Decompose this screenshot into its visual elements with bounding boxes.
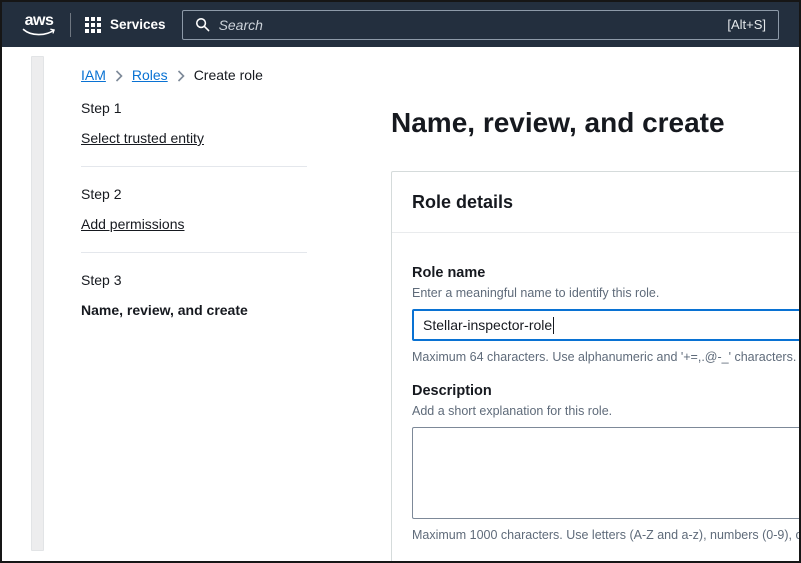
role-name-value: Stellar-inspector-role	[423, 317, 552, 333]
topbar-divider	[70, 13, 71, 37]
breadcrumb-current-create-role: Create role	[194, 67, 263, 83]
description-description: Add a short explanation for this role.	[412, 403, 799, 419]
card-title: Role details	[412, 190, 799, 214]
breadcrumb-separator-icon	[177, 70, 185, 82]
step-link-add-permissions[interactable]: Add permissions	[81, 215, 185, 233]
role-details-card-header: Role details	[392, 172, 799, 233]
text-caret	[553, 317, 554, 334]
description-constraint: Maximum 1000 characters. Use letters (A-…	[412, 527, 799, 543]
wizard-step-3-current: Step 3 Name, review, and create	[81, 253, 307, 337]
global-search-input[interactable]: Search [Alt+S]	[182, 10, 779, 40]
wizard-step-2: Step 2 Add permissions	[81, 167, 307, 252]
aws-smile-icon	[22, 28, 56, 37]
services-grid-icon	[85, 17, 101, 33]
role-name-label: Role name	[412, 263, 799, 283]
search-placeholder: Search	[219, 17, 719, 33]
step-3-number: Step 3	[81, 271, 307, 289]
main-form-column: Name, review, and create Role details Ro…	[391, 99, 799, 561]
step-1-number: Step 1	[81, 99, 307, 117]
step-2-number: Step 2	[81, 185, 307, 203]
browser-screenshot-frame: aws Services Search [Alt+S]	[0, 0, 801, 563]
role-name-field: Role name Enter a meaningful name to ide…	[412, 263, 799, 365]
description-label: Description	[412, 381, 799, 401]
console-content-area: IAM Roles Create role Step 1 Select trus…	[2, 47, 799, 561]
aws-logo[interactable]: aws	[22, 13, 56, 37]
role-description-field: Description Add a short explanation for …	[412, 381, 799, 543]
step-link-select-trusted-entity[interactable]: Select trusted entity	[81, 129, 204, 147]
page-title: Name, review, and create	[391, 105, 799, 141]
aws-top-navigation: aws Services Search [Alt+S]	[2, 2, 799, 47]
breadcrumb: IAM Roles Create role	[81, 47, 799, 83]
wizard-steps-nav: Step 1 Select trusted entity Step 2 Add …	[81, 99, 307, 561]
breadcrumb-link-iam[interactable]: IAM	[81, 67, 106, 83]
role-name-constraint: Maximum 64 characters. Use alphanumeric …	[412, 349, 799, 365]
left-scrollbar[interactable]	[31, 56, 44, 551]
search-shortcut-hint: [Alt+S]	[727, 17, 766, 32]
step-current-name-review-create: Name, review, and create	[81, 301, 307, 319]
role-description-textarea[interactable]	[412, 427, 799, 519]
services-label: Services	[110, 17, 166, 32]
services-menu-button[interactable]: Services	[85, 17, 166, 33]
breadcrumb-link-roles[interactable]: Roles	[132, 67, 168, 83]
wizard-step-1: Step 1 Select trusted entity	[81, 99, 307, 166]
role-name-input[interactable]: Stellar-inspector-role	[412, 309, 799, 341]
aws-logo-text: aws	[25, 13, 54, 28]
breadcrumb-separator-icon	[115, 70, 123, 82]
role-details-card: Role details Role name Enter a meaningfu…	[391, 171, 799, 561]
role-name-description: Enter a meaningful name to identify this…	[412, 285, 799, 301]
search-icon	[195, 17, 210, 32]
